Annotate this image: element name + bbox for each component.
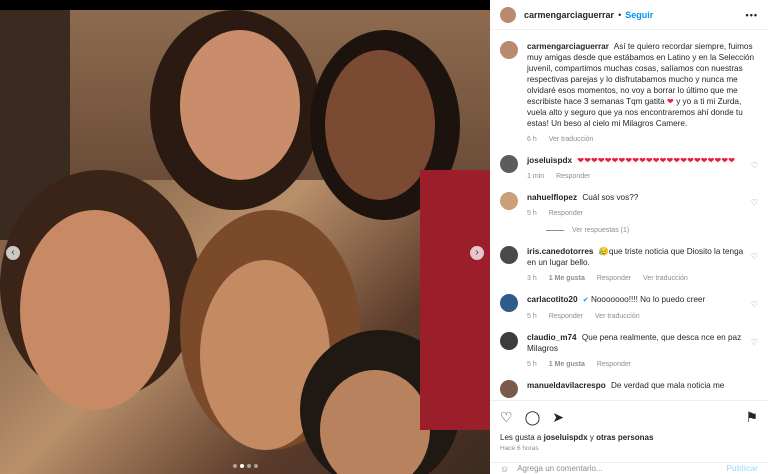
- caption-username[interactable]: carmengarciaguerrar: [527, 42, 609, 51]
- heart-emoji: ❤: [667, 97, 674, 106]
- author-username[interactable]: carmengarciaguerrar: [524, 10, 614, 20]
- post-header: carmengarciaguerrar • Seguir •••: [490, 0, 768, 30]
- likes-user[interactable]: joseluispdx: [544, 433, 588, 442]
- comment-time: 5 h: [527, 361, 537, 368]
- next-photo-icon[interactable]: ›: [470, 246, 484, 260]
- comment-username[interactable]: claudio_m74: [527, 333, 577, 342]
- likes-prefix: Les gusta a: [500, 433, 542, 442]
- comments-list[interactable]: carmengarciaguerrar Así te quiero record…: [490, 31, 768, 400]
- comment-text: Nooooooo!!!! No lo puedo creer: [590, 295, 706, 304]
- commenter-avatar[interactable]: [500, 380, 518, 398]
- commenter-avatar[interactable]: [500, 155, 518, 173]
- post-actions: ♡ ◯ ➤ ⚑ Les gusta a joseluispdx y otras …: [490, 400, 768, 452]
- share-icon[interactable]: ➤: [552, 409, 564, 426]
- carousel-dot: [247, 464, 251, 468]
- comment-time: 5 h: [527, 210, 537, 217]
- caption-time: 6 h: [527, 136, 537, 143]
- comment-item: nahuelflopez Cuál sos vos?? 5 h Responde…: [500, 192, 758, 219]
- like-comment-icon[interactable]: ♡: [751, 197, 758, 208]
- comment-username[interactable]: manueldavilacrespo: [527, 381, 606, 390]
- view-replies-link[interactable]: Ver respuestas (1): [546, 227, 758, 234]
- like-icon[interactable]: ♡: [500, 409, 513, 426]
- see-translation-link[interactable]: Ver traducción: [643, 275, 688, 282]
- carousel-dot: [233, 464, 237, 468]
- reply-button[interactable]: Responder: [597, 275, 631, 282]
- comment-username[interactable]: iris.canedotorres: [527, 247, 593, 256]
- save-icon[interactable]: ⚑: [745, 409, 758, 426]
- comment-likes[interactable]: 1 Me gusta: [549, 275, 585, 282]
- reply-button[interactable]: Responder: [556, 173, 590, 180]
- header-separator: •: [618, 9, 622, 20]
- comment-time: 5 h: [527, 313, 537, 320]
- comment-input[interactable]: Agrega un comentario...: [517, 464, 602, 473]
- like-comment-icon[interactable]: ♡: [751, 160, 758, 171]
- likes-summary: Les gusta a joseluispdx y otras personas: [500, 433, 758, 442]
- comment-time: 1 min: [527, 173, 545, 180]
- like-comment-icon[interactable]: ♡: [751, 337, 758, 348]
- like-comment-icon[interactable]: ♡: [751, 299, 758, 310]
- comment-item: joseluispdx ❤❤❤❤❤❤❤❤❤❤❤❤❤❤❤❤❤❤❤❤❤❤❤ 1 mi…: [500, 155, 758, 182]
- comment-time: 3 h: [527, 275, 537, 282]
- comment-username[interactable]: nahuelflopez: [527, 193, 577, 202]
- likes-and: y: [589, 433, 594, 442]
- reply-button[interactable]: Responder: [549, 313, 583, 320]
- author-avatar[interactable]: [500, 41, 518, 59]
- comment-likes[interactable]: 1 Me gusta: [549, 361, 585, 368]
- comment-item: manueldavilacrespo De verdad que mala no…: [500, 380, 758, 398]
- verified-badge-icon: ✔: [582, 297, 589, 304]
- commenter-avatar[interactable]: [500, 294, 518, 312]
- action-icons: ♡ ◯ ➤ ⚑: [500, 407, 758, 427]
- see-translation-link[interactable]: Ver traducción: [549, 136, 594, 143]
- commenter-avatar[interactable]: [500, 246, 518, 264]
- post-side-panel: carmengarciaguerrar • Seguir ••• carmeng…: [490, 0, 768, 474]
- carousel-indicator: [233, 464, 258, 468]
- publish-button[interactable]: Publicar: [726, 464, 758, 473]
- person-face: [325, 50, 435, 200]
- like-comment-icon[interactable]: ♡: [751, 251, 758, 262]
- instagram-post-modal: ‹ › carmengarciaguerrar • Seguir ••• car…: [0, 0, 768, 474]
- more-options-icon[interactable]: •••: [746, 10, 758, 20]
- carousel-dot: [240, 464, 244, 468]
- post-photo[interactable]: ‹ ›: [0, 10, 490, 474]
- likes-others[interactable]: otras personas: [596, 433, 653, 442]
- reply-button[interactable]: Responder: [549, 210, 583, 217]
- comment-username[interactable]: joseluispdx: [527, 156, 572, 165]
- comment-item: iris.canedotorres 😥que triste noticia qu…: [500, 246, 758, 284]
- comment-item: claudio_m74 Que pena realmente, que desc…: [500, 332, 758, 370]
- caption: carmengarciaguerrar Así te quiero record…: [500, 41, 758, 145]
- person-face: [20, 210, 170, 410]
- comment-username[interactable]: carlacotito20: [527, 295, 578, 304]
- commenter-avatar[interactable]: [500, 332, 518, 350]
- comment-text: ❤❤❤❤❤❤❤❤❤❤❤❤❤❤❤❤❤❤❤❤❤❤❤: [577, 156, 736, 165]
- comment-text: Cuál sos vos??: [582, 193, 639, 202]
- emoji-icon[interactable]: ☺: [500, 464, 509, 474]
- author-avatar[interactable]: [500, 6, 516, 23]
- comment-icon[interactable]: ◯: [525, 409, 541, 426]
- carousel-dot: [254, 464, 258, 468]
- post-time: Hace 6 horas: [500, 445, 539, 452]
- red-jacket: [420, 170, 490, 430]
- reply-button[interactable]: Responder: [597, 361, 631, 368]
- previous-photo-icon[interactable]: ‹: [6, 246, 20, 260]
- person-face: [180, 30, 300, 180]
- add-comment-bar: ☺ Agrega un comentario... Publicar: [490, 462, 768, 474]
- see-translation-link[interactable]: Ver traducción: [595, 313, 640, 320]
- comment-item: carlacotito20 ✔ Nooooooo!!!! No lo puedo…: [500, 294, 758, 322]
- follow-button[interactable]: Seguir: [625, 10, 653, 20]
- comment-text: De verdad que mala noticia me: [611, 381, 725, 390]
- commenter-avatar[interactable]: [500, 192, 518, 210]
